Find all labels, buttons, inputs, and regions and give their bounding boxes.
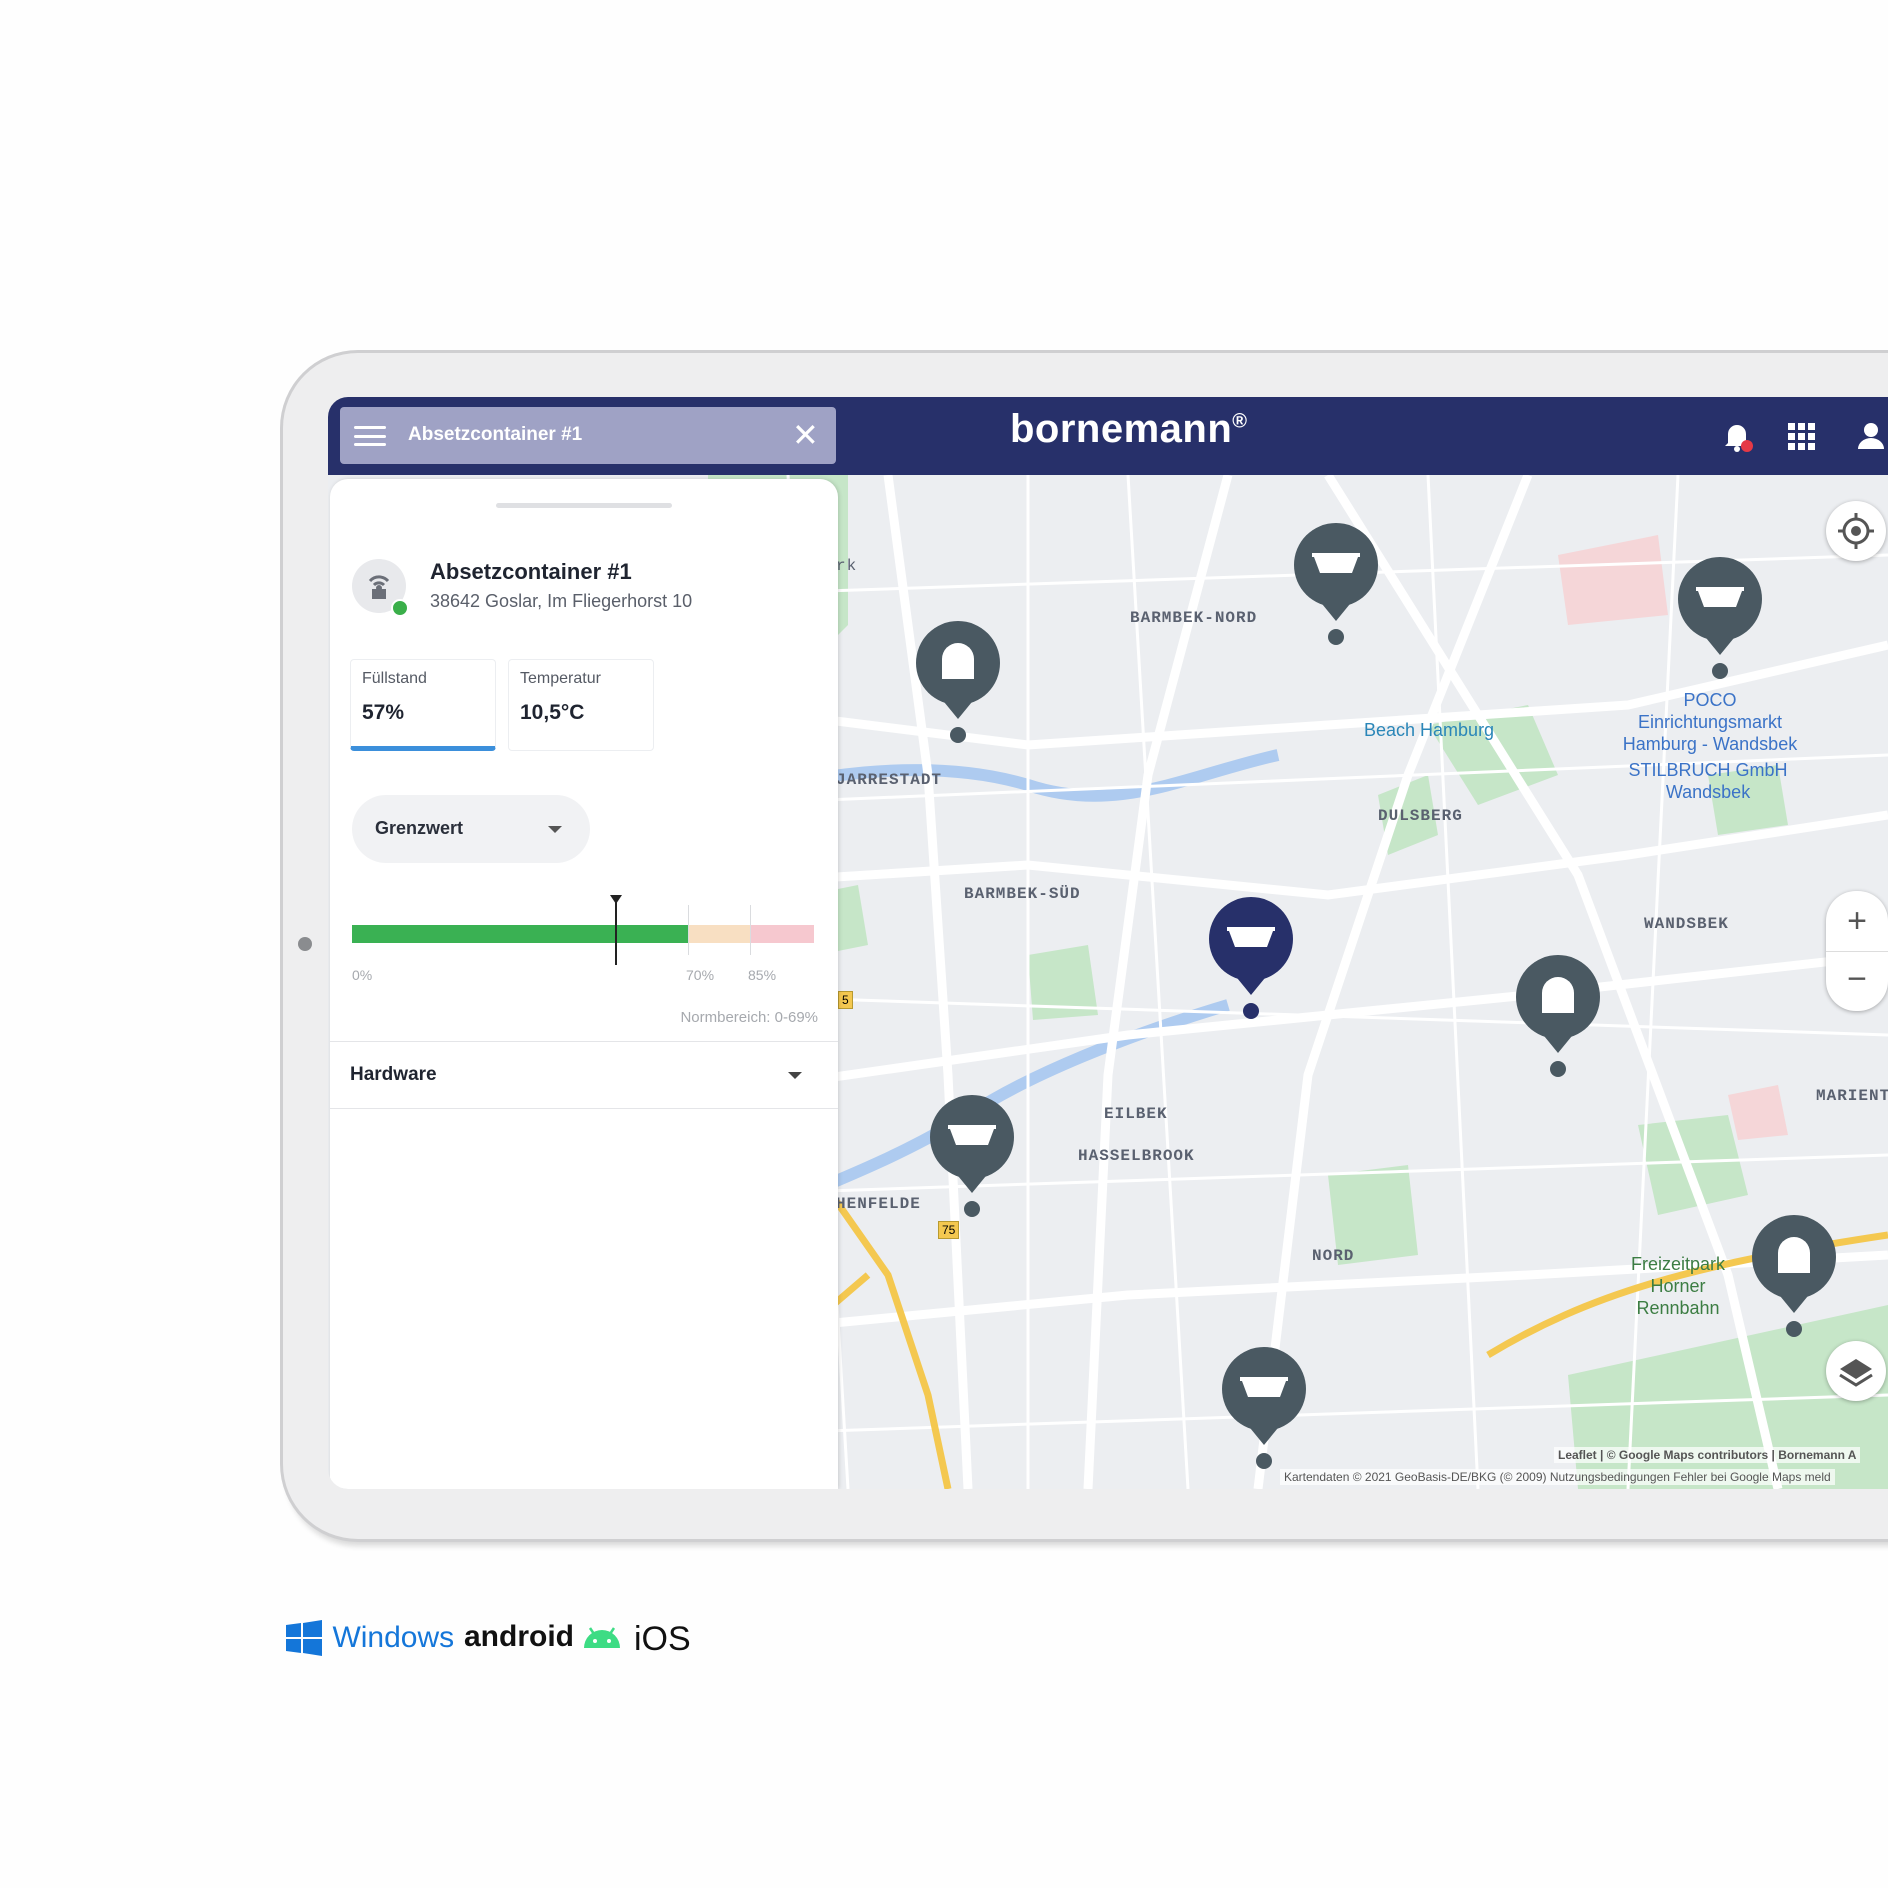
map-attribution[interactable]: Leaflet | © Google Maps contributors | B… (1554, 1447, 1861, 1463)
tab-fuellstand[interactable]: Füllstand 57% (350, 659, 496, 751)
hardware-section-toggle[interactable]: Hardware (330, 1041, 838, 1109)
zoom-in-button[interactable]: + (1826, 891, 1888, 952)
apps-button[interactable] (1786, 421, 1816, 456)
district-label: BARMBEK-SÜD (964, 885, 1081, 903)
card-label: Temperatur (520, 670, 601, 687)
fill-level-marker (615, 901, 618, 965)
device-address: 38642 Goslar, Im Fliegerhorst 10 (430, 591, 693, 611)
drag-handle[interactable] (496, 503, 672, 508)
card-label: Füllstand (362, 670, 427, 687)
map-fragment-label: rk (836, 557, 858, 575)
poi-label-stilbruch[interactable]: STILBRUCH GmbH Wandsbek (1628, 759, 1788, 803)
dropdown-label: Grenzwert (375, 818, 464, 838)
gauge-tick-85 (750, 905, 751, 955)
gauge-label-min: 0% (352, 967, 373, 983)
gauge-tick-70 (688, 905, 689, 955)
user-icon (1858, 423, 1884, 449)
district-label: MARIENT (1816, 1087, 1888, 1105)
bell-icon (1725, 425, 1753, 452)
menu-icon[interactable] (354, 421, 386, 451)
card-value: 57% (362, 701, 405, 724)
gauge-warning-segment (688, 925, 750, 943)
status-indicator (391, 599, 409, 617)
windows-label: Windows (332, 1621, 455, 1654)
windows-icon (286, 1620, 322, 1656)
tab-temperatur[interactable]: Temperatur 10,5°C (508, 659, 654, 751)
detail-panel: Absetzcontainer #1 38642 Goslar, Im Flie… (330, 479, 838, 1489)
android-label: android (464, 1620, 574, 1653)
top-bar: Absetzcontainer #1 ✕ bornemann® (328, 397, 1888, 475)
district-label: WANDSBEK (1644, 915, 1729, 933)
android-icon (584, 1627, 621, 1648)
chevron-down-icon (548, 826, 562, 833)
gauge-label-70: 70% (686, 967, 715, 983)
poi-label-poco[interactable]: POCO Einrichtungsmarkt Hamburg - Wandsbe… (1610, 689, 1810, 755)
district-label: DULSBERG (1378, 807, 1463, 825)
locate-button[interactable] (1826, 501, 1886, 561)
platform-ios: iOS (634, 1620, 691, 1659)
crosshair-icon (1838, 513, 1874, 549)
brand-logo: bornemann® (1010, 407, 1248, 451)
district-label: NORD (1312, 1247, 1355, 1265)
map-terms[interactable]: Kartendaten © 2021 GeoBasis-DE/BKG (© 20… (1280, 1469, 1835, 1485)
platform-windows: Windows (286, 1620, 454, 1656)
road-shield: 5 (838, 991, 853, 1009)
gauge-normal-segment (352, 925, 688, 943)
poi-label-beach-hamburg[interactable]: Beach Hamburg (1364, 719, 1494, 741)
normal-range-note: Normbereich: 0-69% (680, 1009, 818, 1026)
device-title: Absetzcontainer #1 (430, 559, 632, 584)
gauge-critical-segment (750, 925, 814, 943)
app-screen: BARMBEK-NORD JARRESTADT DULSBERG BARMBEK… (328, 397, 1888, 1489)
account-button[interactable] (1854, 419, 1888, 458)
district-label: JARRESTADT (836, 771, 943, 789)
grenzwert-dropdown[interactable]: Grenzwert (352, 795, 590, 863)
layers-icon (1839, 1359, 1873, 1387)
search-field-value: Absetzcontainer #1 (408, 424, 583, 445)
gauge-label-85: 85% (748, 967, 777, 983)
tablet-camera (298, 937, 312, 951)
notification-button[interactable] (1720, 419, 1754, 458)
chevron-down-icon (788, 1072, 802, 1079)
park-label-horner-rennbahn: Freizeitpark Horner Rennbahn (1630, 1254, 1726, 1318)
platform-android: android (464, 1620, 622, 1654)
section-label: Hardware (350, 1064, 437, 1085)
grid-icon (1788, 423, 1815, 450)
district-label: EILBEK (1104, 1105, 1168, 1123)
zoom-out-button[interactable]: − (1826, 951, 1888, 1011)
zoom-control: + − (1826, 891, 1888, 1011)
district-label: BARMBEK-NORD (1130, 609, 1258, 627)
road-shield: 75 (938, 1221, 960, 1239)
close-icon[interactable]: ✕ (792, 415, 819, 455)
district-label: HASSELBROOK (1078, 1147, 1195, 1165)
district-label: HENFELDE (836, 1195, 921, 1213)
search-field[interactable]: Absetzcontainer #1 ✕ (340, 407, 836, 464)
card-value: 10,5°C (520, 701, 585, 724)
ios-label: iOS (634, 1620, 691, 1658)
layers-button[interactable] (1826, 1341, 1886, 1401)
